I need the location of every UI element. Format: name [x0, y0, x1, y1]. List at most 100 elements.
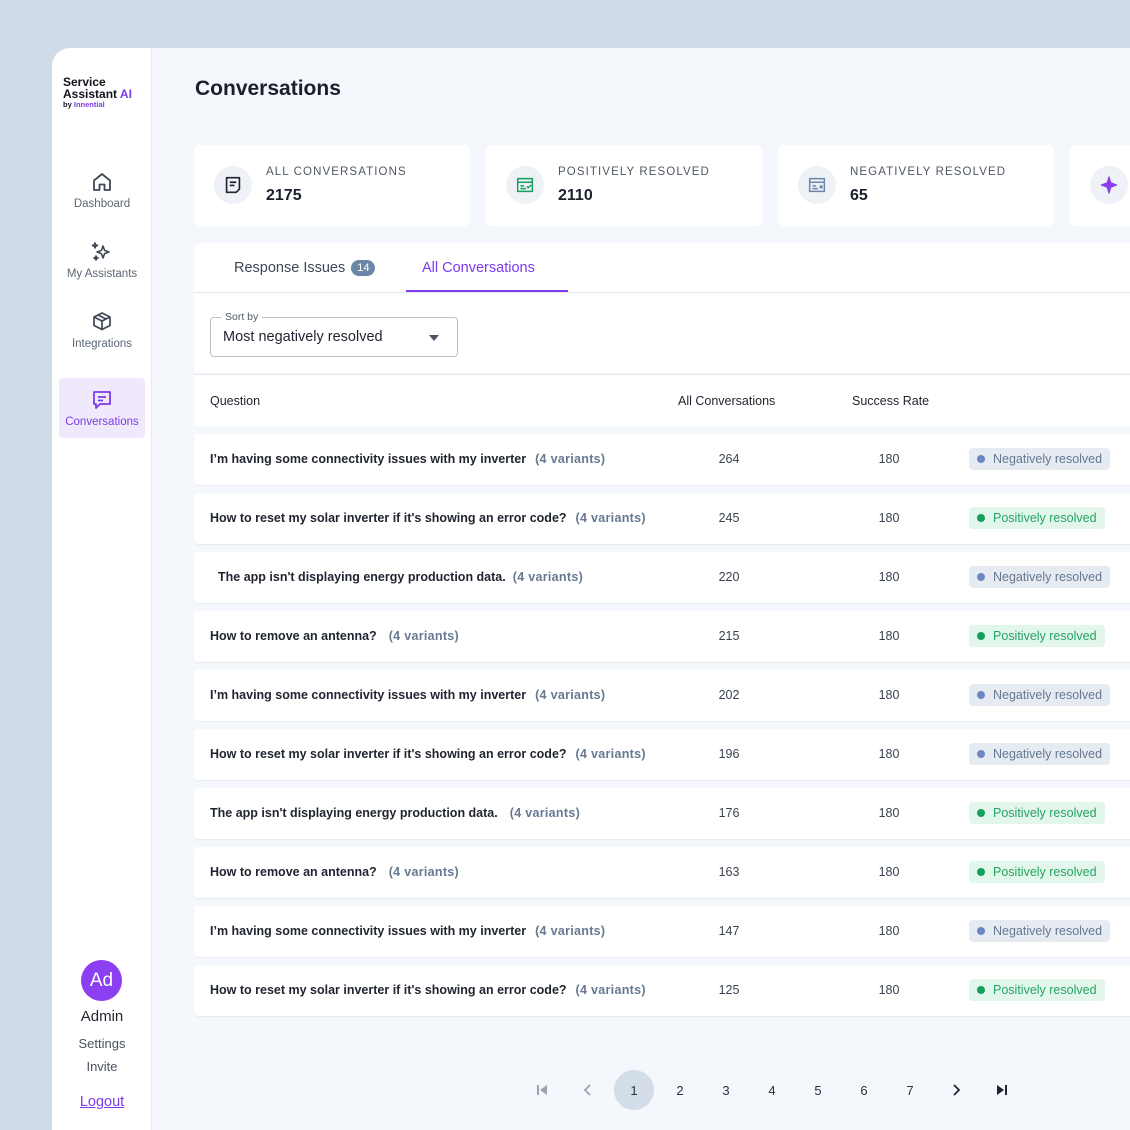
- table-row[interactable]: I’m having some connectivity issues with…: [194, 670, 1130, 721]
- rate-cell: 180: [878, 452, 900, 466]
- question-cell: How to reset my solar inverter if it's s…: [210, 511, 646, 525]
- status-text: Positively resolved: [993, 511, 1097, 525]
- invite-link[interactable]: Invite: [52, 1059, 152, 1074]
- count-cell: 176: [718, 806, 740, 820]
- count-badge: 14: [351, 260, 376, 276]
- nav-item-my-assistants[interactable]: My Assistants: [59, 230, 145, 290]
- variants-link[interactable]: (4 variants): [576, 983, 646, 997]
- chat-icon: [93, 391, 111, 409]
- rate-cell: 180: [878, 688, 900, 702]
- status-badge: Negatively resolved: [969, 684, 1111, 706]
- variants-link[interactable]: (4 variants): [576, 747, 646, 761]
- caret-down-icon: [429, 335, 439, 341]
- variants-link[interactable]: (4 variants): [535, 688, 605, 702]
- last-page-button[interactable]: [982, 1070, 1022, 1110]
- variants-link[interactable]: (4 variants): [389, 865, 459, 879]
- variants-link[interactable]: (4 variants): [389, 629, 459, 643]
- status-dot-icon: [977, 927, 985, 935]
- user-name: Admin: [80, 1008, 124, 1025]
- negative-resolved-icon: [798, 166, 836, 204]
- nav-item-dashboard[interactable]: Dashboard: [59, 160, 145, 220]
- logo-ai: AI: [119, 87, 132, 101]
- table-row[interactable]: How to remove an antenna? (4 variants) 16…: [194, 847, 1130, 898]
- page-button-3[interactable]: 3: [706, 1070, 746, 1110]
- table-row[interactable]: How to reset my solar inverter if it's s…: [194, 965, 1130, 1016]
- count-cell: 196: [718, 747, 740, 761]
- status-text: Negatively resolved: [993, 747, 1103, 761]
- rate-cell: 180: [878, 865, 900, 879]
- page-button-4[interactable]: 4: [752, 1070, 792, 1110]
- status-badge: Positively resolved: [969, 625, 1105, 647]
- count-cell: 215: [718, 629, 740, 643]
- table-row[interactable]: The app isn't displaying energy producti…: [194, 788, 1130, 839]
- stat-card-positive: POSITIVELY RESOLVED 2110: [486, 145, 762, 226]
- count-cell: 147: [718, 924, 740, 938]
- avatar[interactable]: Ad: [81, 960, 122, 1001]
- question-text: How to reset my solar inverter if it's s…: [210, 511, 567, 525]
- logo-line-2: Assistant AI: [63, 88, 132, 100]
- stat-label: NEGATIVELY RESOLVED: [850, 166, 1007, 178]
- nav-label-dashboard: Dashboard: [73, 198, 131, 210]
- page-button-6[interactable]: 6: [844, 1070, 884, 1110]
- package-icon: [93, 312, 111, 331]
- first-page-button[interactable]: [522, 1070, 562, 1110]
- count-cell: 245: [718, 511, 740, 525]
- status-badge: Negatively resolved: [969, 743, 1111, 765]
- column-header-success-rate[interactable]: Success Rate: [852, 394, 929, 408]
- app-window: Service Assistant AI by Innential Dashbo…: [52, 48, 1130, 1130]
- logout-link[interactable]: Logout: [52, 1094, 152, 1110]
- previous-page-button[interactable]: [568, 1070, 608, 1110]
- status-dot-icon: [977, 868, 985, 876]
- sidebar: Service Assistant AI by Innential Dashbo…: [52, 48, 152, 1130]
- table-row[interactable]: I’m having some connectivity issues with…: [194, 434, 1130, 485]
- question-cell: The app isn't displaying energy producti…: [218, 570, 583, 584]
- status-text: Positively resolved: [993, 629, 1097, 643]
- variants-link[interactable]: (4 variants): [510, 806, 580, 820]
- tab-all-conversations[interactable]: All Conversations: [422, 260, 535, 276]
- stat-card-partial: [1070, 145, 1130, 226]
- stat-value: 2175: [266, 187, 302, 204]
- page-button-7[interactable]: 7: [890, 1070, 930, 1110]
- page-button-2[interactable]: 2: [660, 1070, 700, 1110]
- table-row[interactable]: How to remove an antenna? (4 variants) 21…: [194, 611, 1130, 662]
- sparkles-icon: [91, 242, 110, 261]
- question-text: I’m having some connectivity issues with…: [210, 452, 527, 466]
- table-row[interactable]: How to reset my solar inverter if it's s…: [194, 493, 1130, 544]
- table-header: Question All Conversations Success Rate: [194, 374, 1130, 426]
- variants-link[interactable]: (4 variants): [535, 924, 605, 938]
- nav-item-conversations[interactable]: Conversations: [59, 378, 145, 438]
- column-header-question[interactable]: Question: [210, 394, 260, 408]
- status-badge: Positively resolved: [969, 507, 1105, 529]
- logo-by: by: [63, 100, 72, 109]
- status-dot-icon: [977, 750, 985, 758]
- question-text: I’m having some connectivity issues with…: [210, 924, 527, 938]
- home-icon: [93, 173, 111, 191]
- nav-item-integrations[interactable]: Integrations: [59, 300, 145, 360]
- logo-by-line: by Innential: [63, 100, 132, 109]
- variants-link[interactable]: (4 variants): [513, 570, 583, 584]
- page-button-5[interactable]: 5: [798, 1070, 838, 1110]
- question-cell: The app isn't displaying energy producti…: [210, 806, 580, 820]
- sort-select[interactable]: Sort by Most negatively resolved: [210, 311, 458, 357]
- column-header-all-conversations[interactable]: All Conversations: [678, 394, 775, 408]
- table-row[interactable]: I’m having some connectivity issues with…: [194, 906, 1130, 957]
- next-page-button[interactable]: [936, 1070, 976, 1110]
- nav-label-my-assistants: My Assistants: [66, 268, 138, 280]
- nav-label-integrations: Integrations: [71, 338, 133, 350]
- count-cell: 220: [718, 570, 740, 584]
- status-dot-icon: [977, 986, 985, 994]
- variants-link[interactable]: (4 variants): [535, 452, 605, 466]
- status-badge: Negatively resolved: [969, 566, 1111, 588]
- page-button-1[interactable]: 1: [614, 1070, 654, 1110]
- table-row[interactable]: The app isn't displaying energy producti…: [194, 552, 1130, 603]
- tab-response-issues[interactable]: Response Issues 14: [234, 260, 376, 276]
- stat-label: POSITIVELY RESOLVED: [558, 166, 710, 178]
- question-cell: How to reset my solar inverter if it's s…: [210, 747, 646, 761]
- status-text: Negatively resolved: [993, 452, 1103, 466]
- variants-link[interactable]: (4 variants): [576, 511, 646, 525]
- count-cell: 125: [718, 983, 740, 997]
- table-row[interactable]: How to reset my solar inverter if it's s…: [194, 729, 1130, 780]
- rate-cell: 180: [878, 570, 900, 584]
- settings-link[interactable]: Settings: [52, 1036, 152, 1051]
- status-text: Positively resolved: [993, 865, 1097, 879]
